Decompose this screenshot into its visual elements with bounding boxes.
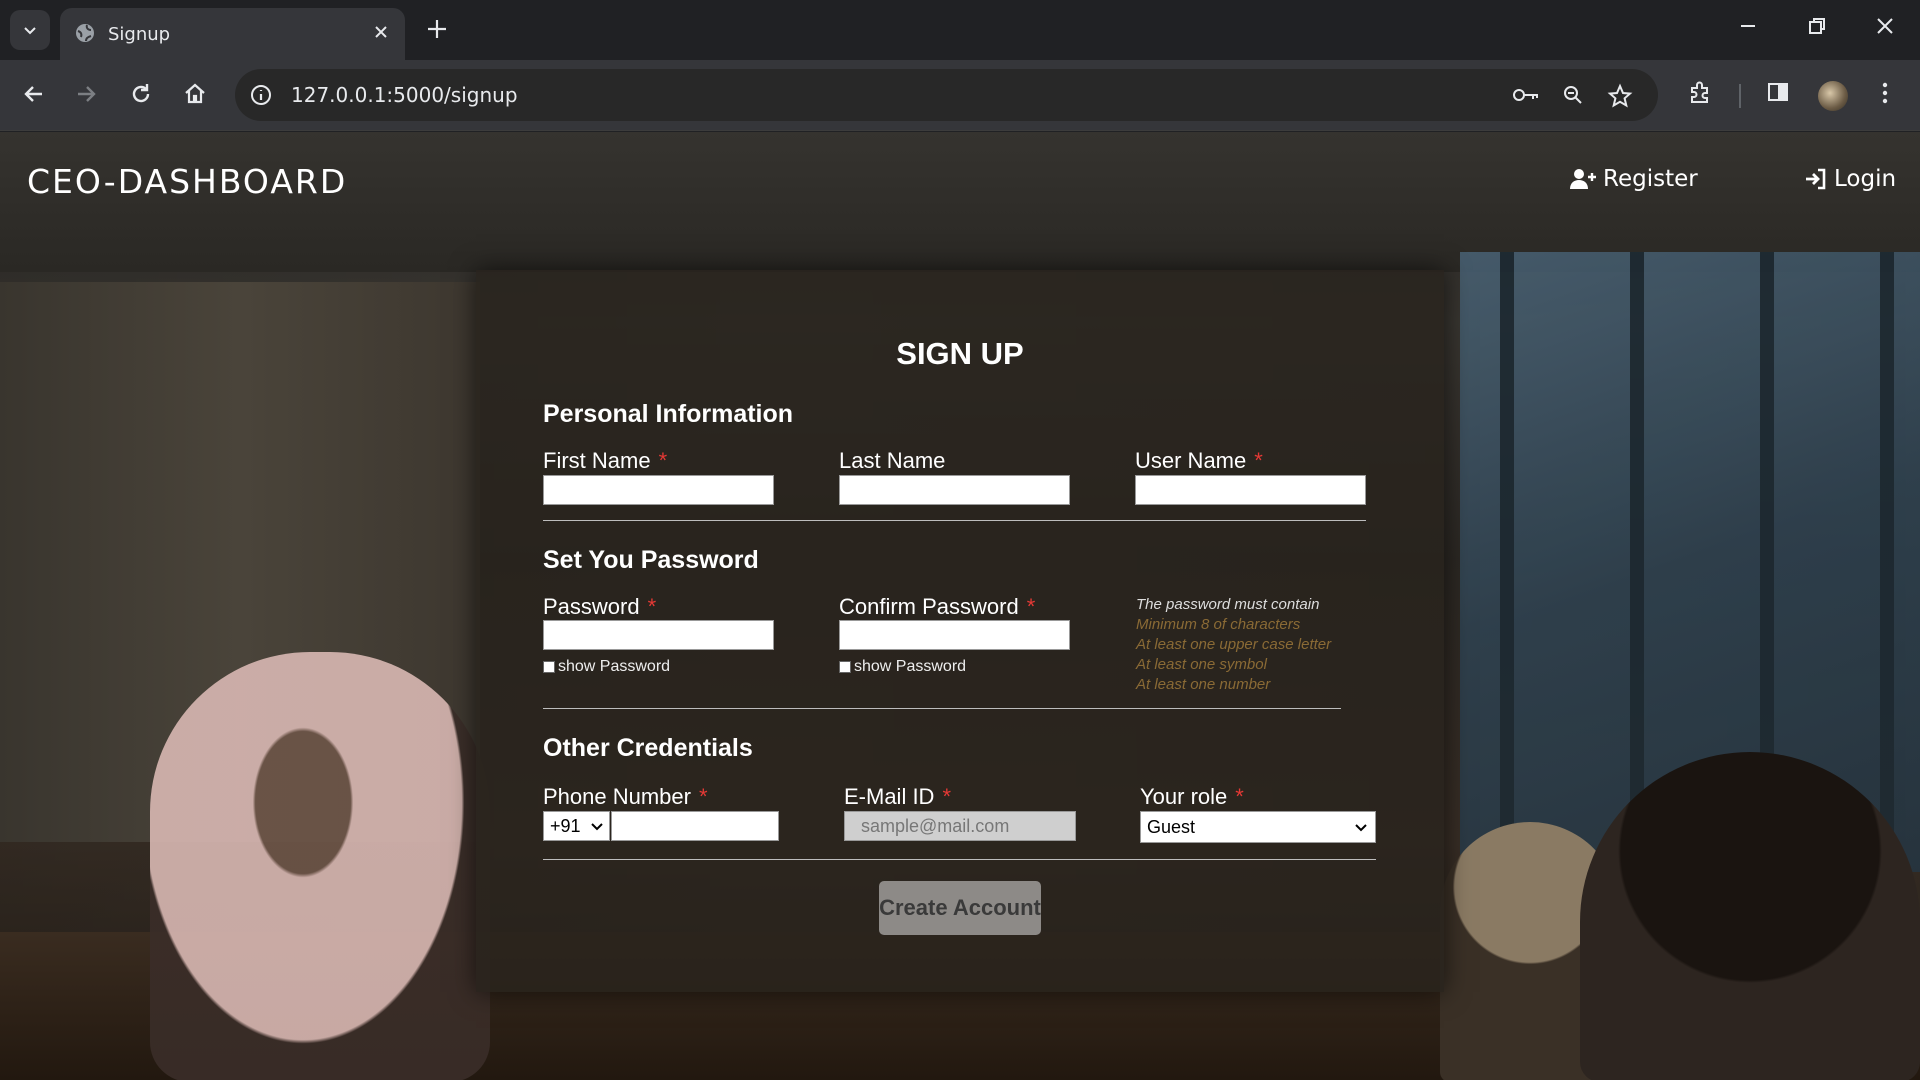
- chevron-down-icon: [591, 823, 603, 831]
- tab-close-icon[interactable]: [371, 22, 391, 47]
- minimize-icon[interactable]: [1736, 14, 1760, 43]
- first-name-input[interactable]: [543, 475, 774, 505]
- chevron-down-icon: [24, 27, 36, 35]
- brand-logo[interactable]: CEO-DASHBOARD: [27, 162, 347, 201]
- confirm-password-label: Confirm Password *: [839, 594, 1036, 619]
- address-bar[interactable]: 127.0.0.1:5000/signup: [235, 69, 1658, 121]
- email-input[interactable]: sample@mail.com: [844, 811, 1076, 841]
- password-hint-item: At least one symbol: [1136, 656, 1267, 673]
- password-hint-item: At least one upper case letter: [1136, 636, 1332, 653]
- role-value: Guest: [1147, 817, 1196, 837]
- personal-info-heading: Personal Information: [543, 400, 794, 428]
- background-person: [1580, 752, 1920, 1080]
- email-placeholder: sample@mail.com: [861, 816, 1010, 836]
- side-panel-icon[interactable]: [1765, 79, 1791, 110]
- country-code-value: +91: [550, 816, 581, 836]
- email-label: E-Mail ID *: [844, 784, 952, 809]
- site-info-icon[interactable]: [249, 83, 273, 107]
- confirm-password-input[interactable]: [839, 620, 1070, 650]
- show-password-label: show Password: [558, 658, 671, 675]
- show-password-label: show Password: [854, 658, 967, 675]
- register-label: Register: [1603, 166, 1698, 192]
- phone-label: Phone Number *: [543, 784, 708, 809]
- show-password-toggle[interactable]: show Password: [543, 658, 670, 676]
- password-input[interactable]: [543, 620, 774, 650]
- password-hint-item: At least one number: [1136, 676, 1271, 693]
- user-name-input[interactable]: [1135, 475, 1366, 505]
- page-viewport: CEO-DASHBOARD Register Login SIGN UP Per…: [0, 132, 1920, 1080]
- url-text[interactable]: 127.0.0.1:5000/signup: [291, 83, 518, 107]
- chevron-down-icon: [1355, 824, 1367, 832]
- password-section-heading: Set You Password: [543, 546, 759, 574]
- role-label: Your role *: [1140, 784, 1244, 809]
- tab-signup[interactable]: Signup: [60, 8, 405, 60]
- login-label: Login: [1834, 166, 1897, 192]
- browser-toolbar: 127.0.0.1:5000/signup: [0, 60, 1920, 131]
- password-hint-item: Minimum 8 of characters: [1136, 616, 1301, 633]
- phone-number-input[interactable]: [611, 811, 779, 841]
- background-ceiling: [0, 132, 1920, 272]
- login-link[interactable]: Login: [1804, 166, 1896, 192]
- section-divider: [543, 708, 1341, 709]
- window-close-icon[interactable]: [1873, 14, 1897, 43]
- last-name-label: Last Name: [839, 448, 946, 473]
- register-link[interactable]: Register: [1569, 166, 1698, 192]
- last-name-input[interactable]: [839, 475, 1070, 505]
- first-name-label: First Name *: [543, 448, 668, 473]
- back-icon[interactable]: [20, 80, 48, 113]
- other-credentials-heading: Other Credentials: [543, 734, 753, 762]
- show-confirm-password-toggle[interactable]: show Password: [839, 658, 966, 676]
- role-select[interactable]: Guest: [1140, 811, 1376, 843]
- extensions-icon[interactable]: [1686, 79, 1714, 112]
- tab-title: Signup: [108, 24, 171, 45]
- reload-icon[interactable]: [127, 80, 155, 113]
- bookmark-star-icon[interactable]: [1607, 83, 1633, 114]
- user-plus-icon: [1570, 169, 1596, 189]
- tab-search-button[interactable]: [10, 10, 50, 50]
- restore-icon[interactable]: [1805, 14, 1829, 43]
- show-password-checkbox[interactable]: [543, 661, 555, 673]
- key-icon[interactable]: [1511, 83, 1541, 112]
- signup-card: SIGN UP Personal Information First Name *…: [476, 270, 1444, 992]
- password-label: Password *: [543, 594, 657, 619]
- user-name-label: User Name *: [1135, 448, 1263, 473]
- new-tab-icon[interactable]: [424, 16, 450, 47]
- toolbar-divider: [1739, 84, 1741, 108]
- browser-tabstrip: Signup: [0, 0, 1920, 60]
- forward-icon[interactable]: [72, 80, 100, 113]
- globe-icon: [74, 22, 96, 49]
- show-confirm-password-checkbox[interactable]: [839, 661, 851, 673]
- password-hint-heading: The password must contain: [1136, 596, 1320, 613]
- create-account-button[interactable]: Create Account: [879, 881, 1041, 935]
- password-requirements: The password must contain Minimum 8 of c…: [1136, 595, 1331, 695]
- background-person: [150, 652, 490, 1080]
- section-divider: [543, 520, 1366, 521]
- country-code-select[interactable]: +91: [543, 811, 610, 841]
- home-icon[interactable]: [181, 80, 209, 113]
- section-divider: [543, 859, 1376, 860]
- form-title: SIGN UP: [896, 336, 1024, 371]
- more-menu-icon[interactable]: [1873, 79, 1897, 112]
- profile-avatar[interactable]: [1818, 81, 1848, 111]
- sign-in-icon: [1806, 168, 1826, 190]
- zoom-icon[interactable]: [1561, 83, 1585, 112]
